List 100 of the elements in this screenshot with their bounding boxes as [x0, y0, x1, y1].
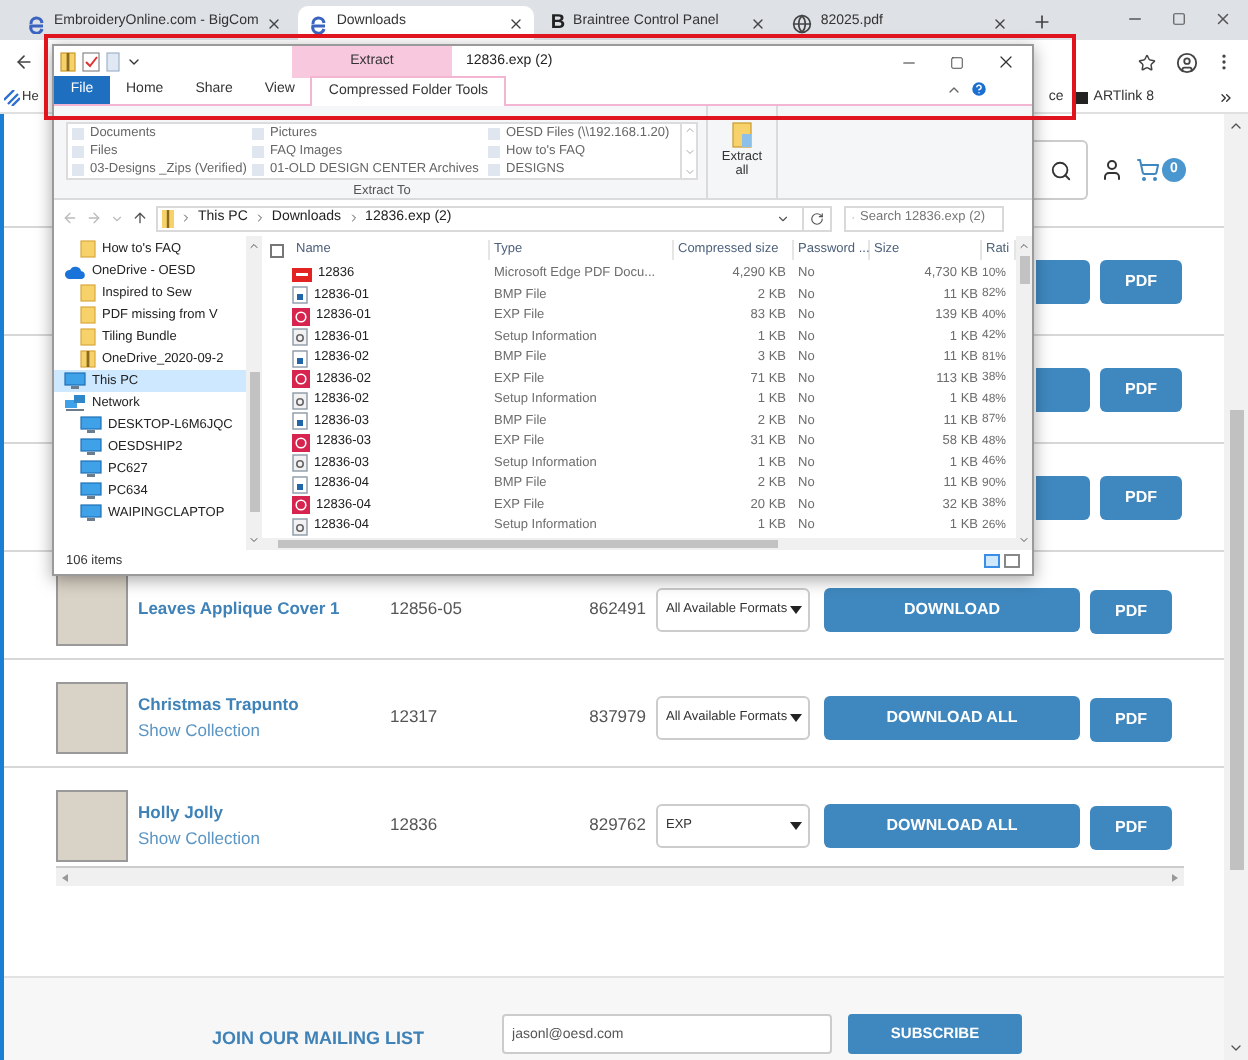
browser-logo-icon	[26, 13, 46, 33]
embroidery-file-icon	[292, 433, 310, 452]
dropdown-caret-icon[interactable]	[126, 54, 142, 70]
up-icon[interactable]	[132, 210, 148, 226]
product-title[interactable]: Leaves Applique Cover 1	[138, 596, 390, 622]
cloud-icon	[64, 263, 86, 279]
gallery-scrollbar[interactable]	[682, 122, 698, 180]
close-tab-icon[interactable]	[992, 15, 1009, 31]
product-title[interactable]: Christmas Trapunto	[138, 691, 390, 717]
settings-file-icon	[292, 328, 308, 347]
monitor-icon	[80, 438, 102, 456]
image-file-icon	[292, 286, 308, 305]
folder-icon	[80, 240, 96, 258]
search-icon	[1050, 159, 1072, 181]
maximize-icon	[949, 55, 963, 69]
scrollbar[interactable]	[1224, 114, 1248, 1060]
settings-file-icon	[292, 517, 308, 536]
scrollbar[interactable]	[246, 236, 262, 549]
chevron-right-icon	[347, 212, 360, 224]
monitor-icon	[80, 460, 102, 478]
design-number: 12856-05	[390, 596, 464, 622]
pdf-button[interactable]: PDF	[1100, 367, 1182, 411]
product-photo-placeholder	[56, 789, 128, 861]
scroll-up-icon[interactable]	[1228, 118, 1244, 134]
new-tab-icon[interactable]	[1032, 12, 1053, 32]
zip-folder-icon	[60, 52, 76, 72]
scroll-down-icon	[683, 145, 695, 157]
cart-icon[interactable]	[1136, 158, 1160, 182]
scrollbar-thumb[interactable]	[249, 372, 259, 512]
settings-file-icon	[292, 391, 308, 410]
maximize-icon[interactable]	[1172, 12, 1186, 26]
monitor-icon	[80, 504, 102, 522]
dropdown-caret-icon	[790, 605, 802, 613]
pdf-button[interactable]: PDF	[1100, 259, 1182, 303]
checklist-icon	[82, 52, 100, 72]
close-tab-icon[interactable]	[508, 15, 525, 31]
close-icon	[996, 52, 1016, 72]
image-file-icon	[292, 475, 308, 494]
help-icon[interactable]	[970, 80, 988, 98]
image-file-icon	[292, 349, 308, 368]
pdf-button[interactable]: PDF	[1090, 806, 1172, 850]
monitor-icon	[80, 416, 102, 434]
document-icon	[106, 52, 120, 72]
scroll-up-icon	[683, 124, 695, 136]
scrollbar[interactable]	[1016, 236, 1032, 549]
close-icon[interactable]	[1214, 10, 1232, 28]
design-number: 12317	[390, 704, 440, 730]
download-button[interactable]: DOWNLOAD	[824, 587, 1080, 631]
bookmark-star-icon[interactable]	[1138, 53, 1156, 71]
large-icons-view-icon[interactable]	[1004, 554, 1020, 568]
globe-icon	[792, 13, 813, 33]
close-tab-icon[interactable]	[266, 15, 283, 31]
stripes-icon	[4, 90, 20, 106]
monitor-icon	[80, 482, 102, 500]
settings-file-icon	[292, 454, 308, 473]
browser-logo-icon	[308, 13, 329, 33]
scroll-right-icon[interactable]	[1172, 873, 1178, 881]
collapse-ribbon-icon[interactable]	[946, 82, 962, 98]
order-number: 837979	[587, 704, 646, 730]
account-icon[interactable]	[1100, 158, 1124, 182]
dropdown-caret-icon	[790, 821, 802, 829]
embroidery-file-icon	[292, 370, 310, 389]
download-button[interactable]: DOWNLOAD ALL	[824, 803, 1080, 847]
design-number: 12836	[390, 812, 440, 838]
scrollbar-thumb[interactable]	[1019, 256, 1029, 284]
site-logo: B	[550, 13, 566, 33]
download-button[interactable]	[1036, 475, 1090, 519]
scrollbar[interactable]	[56, 866, 1184, 886]
scroll-left-icon[interactable]	[62, 873, 68, 881]
monitor-icon	[64, 372, 86, 390]
embroidery-file-icon	[292, 307, 310, 326]
close-tab-icon[interactable]	[750, 15, 767, 31]
download-button[interactable]: DOWNLOAD ALL	[824, 695, 1080, 739]
pdf-button[interactable]: PDF	[1090, 698, 1172, 742]
download-button[interactable]	[1036, 259, 1090, 303]
expand-gallery-icon	[683, 166, 695, 178]
refresh-icon[interactable]	[810, 211, 824, 225]
network-icon	[64, 394, 86, 412]
mailing-list-heading: JOIN OUR MAILING LIST	[212, 1026, 425, 1052]
dropdown-caret-icon[interactable]	[776, 211, 790, 225]
pdf-button[interactable]: PDF	[1090, 590, 1172, 634]
more-bookmarks-icon[interactable]	[1218, 90, 1234, 106]
zip-folder-icon	[162, 209, 174, 227]
scroll-down-icon[interactable]	[1228, 1040, 1244, 1056]
pdf-button[interactable]: PDF	[1100, 475, 1182, 519]
zip-folder-icon	[732, 122, 752, 148]
select-all-checkbox[interactable]	[270, 243, 284, 257]
zip-folder-icon	[80, 350, 96, 368]
back-icon[interactable]	[14, 52, 34, 72]
pdf-file-icon	[292, 265, 312, 284]
image-file-icon	[292, 412, 308, 431]
embroidery-file-icon	[292, 496, 310, 515]
product-title[interactable]: Holly Jolly	[138, 799, 390, 825]
download-button[interactable]	[1036, 367, 1090, 411]
profile-icon[interactable]	[1176, 51, 1198, 73]
chevron-right-icon	[253, 212, 266, 224]
product-photo-placeholder	[56, 681, 128, 753]
chevron-right-icon	[180, 212, 192, 224]
details-view-icon[interactable]	[984, 554, 1000, 568]
order-number: 862491	[587, 596, 646, 622]
